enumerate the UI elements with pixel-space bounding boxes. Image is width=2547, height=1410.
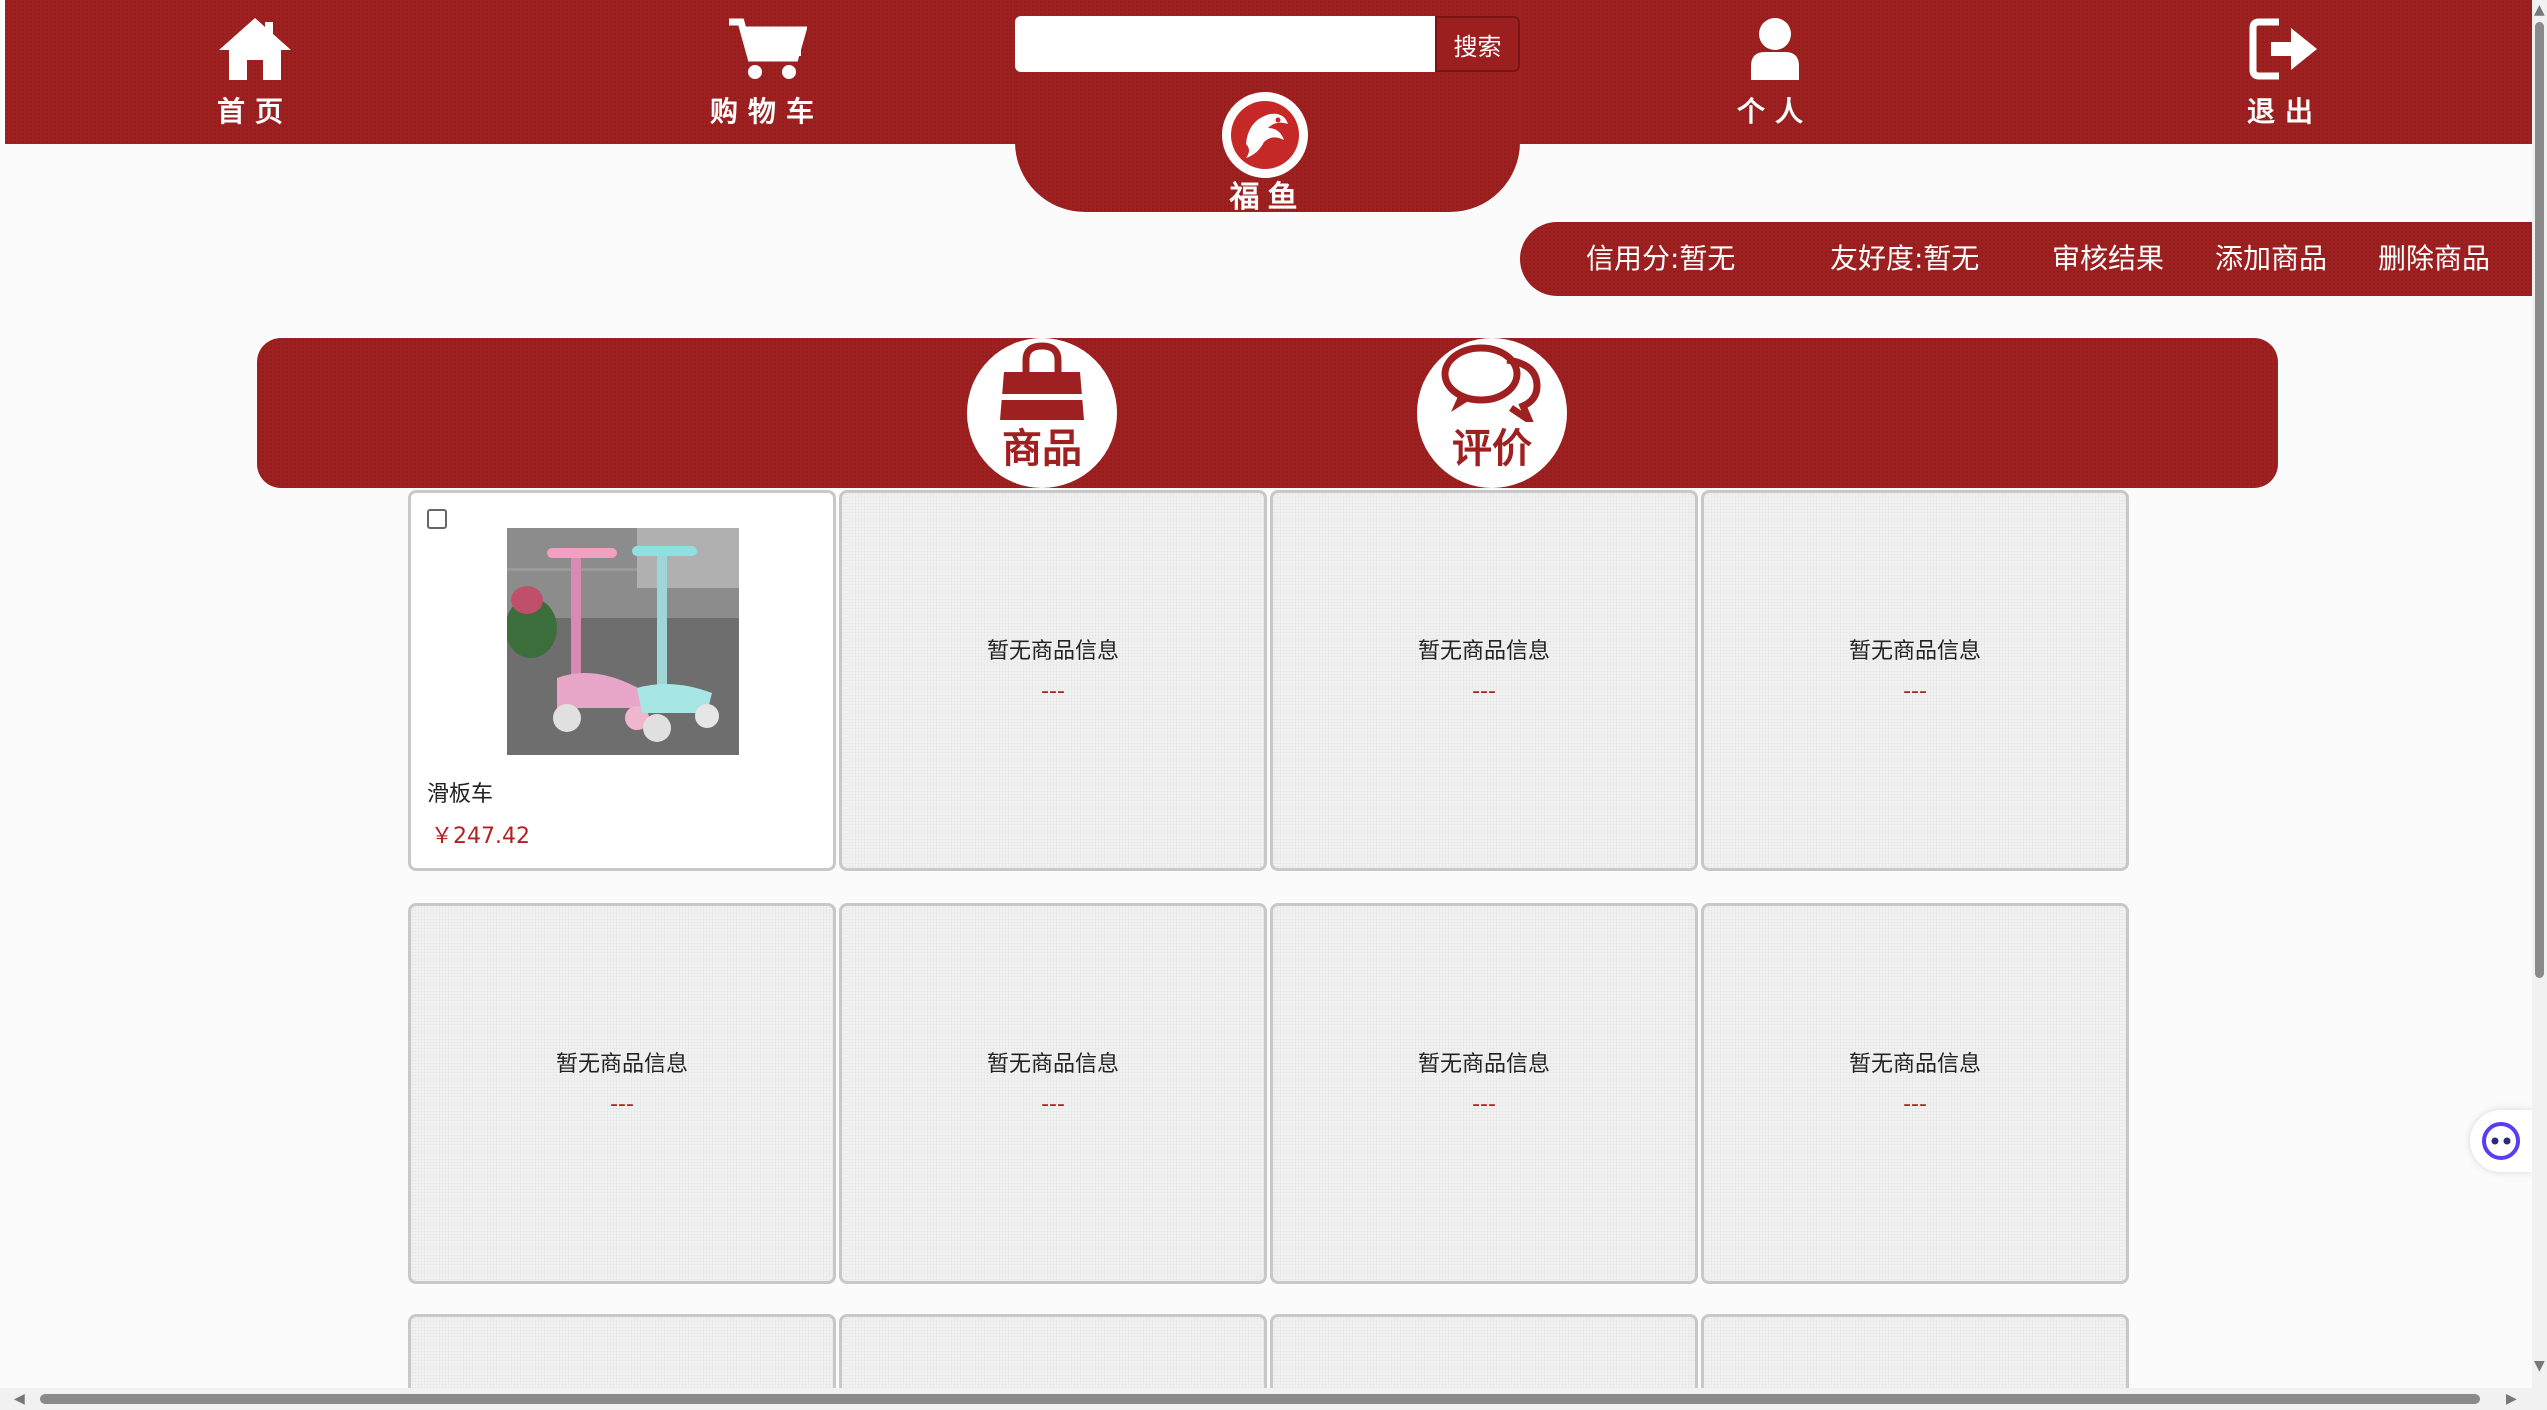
tab-products[interactable]: 商品 xyxy=(967,338,1117,488)
empty-product-card: 暂无商品信息 --- xyxy=(1701,490,2129,871)
category-banner: 商品 评价 xyxy=(257,338,2278,488)
chat-bubbles-icon xyxy=(1441,344,1541,422)
vertical-scrollbar[interactable]: ▲ ▼ xyxy=(2532,0,2547,1410)
tab-reviews[interactable]: 评价 xyxy=(1417,338,1567,488)
product-card[interactable]: 滑板车 ￥247.42 xyxy=(408,490,836,871)
home-icon xyxy=(219,18,291,80)
nav-cart-label: 购物车 xyxy=(709,95,824,128)
empty-product-text: 暂无商品信息 xyxy=(1417,639,1550,664)
nav-logout[interactable]: 退出 xyxy=(2195,14,2375,138)
credit-score: 信用分:暂无 xyxy=(1586,242,1736,275)
nav-profile[interactable]: 个人 xyxy=(1685,14,1865,138)
scroll-down-arrow-icon[interactable]: ▼ xyxy=(2534,1358,2545,1374)
horizontal-scrollbar[interactable]: ◀ ▶ xyxy=(0,1388,2532,1410)
product-name[interactable]: 滑板车 xyxy=(427,776,493,808)
nav-cart[interactable]: 购物车 xyxy=(677,14,857,138)
empty-product-text: 暂无商品信息 xyxy=(1417,1052,1550,1077)
empty-product-text: 暂无商品信息 xyxy=(986,639,1119,664)
shopping-bag-icon xyxy=(998,342,1086,420)
scroll-up-arrow-icon[interactable]: ▲ xyxy=(2534,2,2545,18)
assistant-icon xyxy=(2482,1122,2520,1160)
nav-profile-label: 个人 xyxy=(1736,95,1813,128)
nav-logout-label: 退出 xyxy=(2246,95,2323,128)
product-price: ￥247.42 xyxy=(431,824,530,849)
empty-product-dash: --- xyxy=(1041,1092,1065,1117)
user-icon xyxy=(1751,18,1799,80)
empty-product-dash: --- xyxy=(1041,679,1065,704)
add-product-link[interactable]: 添加商品 xyxy=(2215,222,2327,296)
nav-home-label: 首页 xyxy=(216,95,293,128)
empty-product-card xyxy=(1701,1314,2129,1388)
empty-product-dash: --- xyxy=(1903,679,1927,704)
empty-product-dash: --- xyxy=(1472,679,1496,704)
empty-product-card: 暂无商品信息 --- xyxy=(839,490,1267,871)
empty-product-dash: --- xyxy=(1472,1092,1496,1117)
empty-product-card xyxy=(408,1314,836,1388)
empty-product-card: 暂无商品信息 --- xyxy=(1270,490,1698,871)
nav-home[interactable]: 首页 xyxy=(165,14,345,138)
logo[interactable] xyxy=(1222,92,1308,178)
empty-product-text: 暂无商品信息 xyxy=(555,1052,688,1077)
scroll-left-arrow-icon[interactable]: ◀ xyxy=(14,1391,25,1407)
search-input[interactable] xyxy=(1015,16,1435,72)
user-subnav: 信用分:暂无 友好度:暂无 审核结果 添加商品 删除商品 xyxy=(1520,222,2532,296)
review-result-link[interactable]: 审核结果 xyxy=(2052,222,2164,296)
empty-product-card xyxy=(839,1314,1267,1388)
empty-product-card: 暂无商品信息 --- xyxy=(408,903,836,1284)
delete-product-link[interactable]: 删除商品 xyxy=(2378,222,2490,296)
tab-products-label: 商品 xyxy=(1002,426,1082,472)
cart-icon xyxy=(729,18,807,79)
assistant-button[interactable] xyxy=(2470,1110,2532,1172)
fish-logo-icon xyxy=(1231,101,1299,169)
empty-product-text: 暂无商品信息 xyxy=(1848,1052,1981,1077)
search-button[interactable]: 搜索 xyxy=(1435,16,1520,72)
empty-product-card: 暂无商品信息 --- xyxy=(839,903,1267,1284)
product-image[interactable] xyxy=(507,528,739,755)
tab-reviews-label: 评价 xyxy=(1452,426,1532,472)
vertical-scroll-thumb[interactable] xyxy=(2535,22,2544,978)
empty-product-card: 暂无商品信息 --- xyxy=(1270,903,1698,1284)
empty-product-text: 暂无商品信息 xyxy=(986,1052,1119,1077)
logo-text: 福鱼 xyxy=(1229,180,1306,215)
logout-icon xyxy=(2249,18,2317,80)
horizontal-scroll-thumb[interactable] xyxy=(40,1394,2480,1404)
search-logo-panel: 搜索 福鱼 xyxy=(1015,0,1520,215)
empty-product-dash: --- xyxy=(610,1092,634,1117)
product-checkbox[interactable] xyxy=(427,509,447,529)
empty-product-card xyxy=(1270,1314,1698,1388)
scooter-image xyxy=(507,528,739,755)
empty-product-dash: --- xyxy=(1903,1092,1927,1117)
empty-product-text: 暂无商品信息 xyxy=(1848,639,1981,664)
scroll-right-arrow-icon[interactable]: ▶ xyxy=(2506,1391,2517,1407)
empty-product-card: 暂无商品信息 --- xyxy=(1701,903,2129,1284)
friendliness-score: 友好度:暂无 xyxy=(1830,242,1980,275)
